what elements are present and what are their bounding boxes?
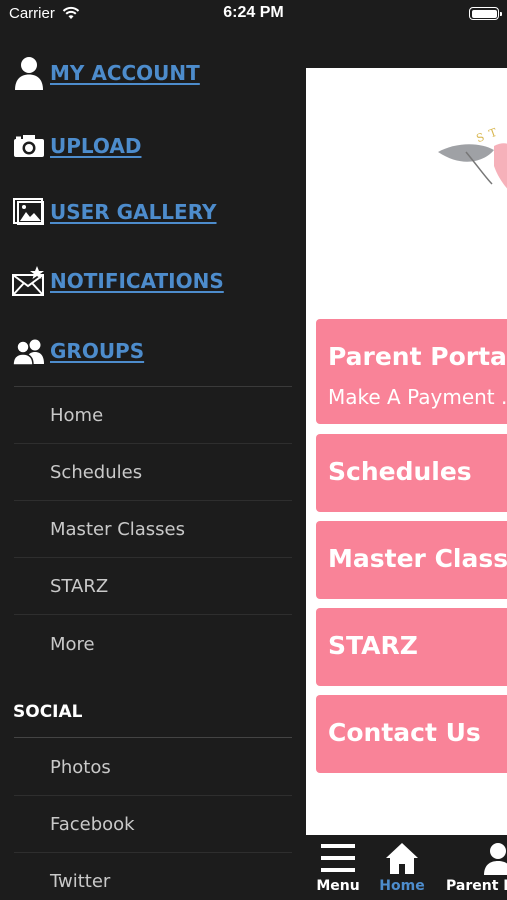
drawer-nav-label: Master Classes	[50, 518, 185, 540]
drawer-nav-starz[interactable]: STARZ	[14, 558, 292, 615]
tile-parent-portal[interactable]: Parent Portal Make A Payment ...	[316, 319, 507, 424]
drawer-item-my-account[interactable]: MY ACCOUNT	[12, 53, 200, 93]
tile-contact-us[interactable]: Contact Us	[316, 695, 507, 773]
tile-schedules[interactable]: Schedules	[316, 434, 507, 512]
drawer-nav-home[interactable]: Home	[14, 387, 292, 444]
user-icon	[484, 843, 507, 875]
tab-parent-portal[interactable]: Parent P	[446, 835, 507, 900]
drawer-nav-schedules[interactable]: Schedules	[14, 444, 292, 501]
tile-title: STARZ	[328, 631, 418, 660]
tab-home[interactable]: Home	[370, 835, 434, 900]
drawer-item-label: GROUPS	[50, 339, 145, 363]
tile-title: Contact Us	[328, 718, 481, 747]
drawer-social-photos[interactable]: Photos	[14, 739, 292, 796]
drawer-item-label: MY ACCOUNT	[50, 61, 200, 85]
tab-label: Parent P	[446, 878, 507, 894]
drawer-social-label: Twitter	[50, 871, 111, 892]
drawer-item-label: USER GALLERY	[50, 200, 217, 224]
drawer-item-upload[interactable]: UPLOAD	[12, 126, 141, 166]
drawer-item-label: UPLOAD	[50, 134, 142, 158]
user-icon	[12, 56, 46, 90]
clock: 6:24 PM	[223, 4, 284, 21]
drawer-item-notifications[interactable]: NOTIFICATIONS	[12, 261, 224, 301]
main-content: ST Parent Portal Make A Payment ... Sche…	[306, 0, 507, 900]
tile-title: Parent Portal	[328, 342, 507, 371]
tile-title: Schedules	[328, 457, 472, 486]
drawer-social-twitter[interactable]: Twitter	[14, 853, 292, 900]
drawer-nav-label: Schedules	[50, 461, 143, 483]
tab-menu[interactable]: Menu	[306, 835, 370, 900]
drawer-item-user-gallery[interactable]: USER GALLERY	[12, 192, 217, 232]
hamburger-icon	[321, 844, 355, 872]
drawer-nav-master-classes[interactable]: Master Classes	[14, 501, 292, 558]
drawer-divider	[14, 737, 292, 738]
side-drawer: MY ACCOUNT UPLOAD USER GALLERY NOTIFICAT…	[0, 0, 306, 900]
camera-icon	[12, 129, 46, 163]
watercolor-leaf-icon	[438, 143, 507, 189]
drawer-item-label: NOTIFICATIONS	[50, 269, 224, 293]
envelope-star-icon	[12, 264, 46, 298]
social-section-heading: SOCIAL	[13, 702, 83, 722]
tile-master-classes[interactable]: Master Classes	[316, 521, 507, 599]
tile-subtitle: Make A Payment ...	[328, 385, 507, 409]
gallery-icon	[12, 195, 46, 229]
hero-logo-area: ST	[306, 68, 507, 318]
drawer-social-label: Photos	[50, 756, 111, 778]
drawer-nav-label: More	[50, 634, 95, 655]
group-icon	[12, 334, 46, 368]
bottom-tab-bar: Menu Home Parent P	[306, 835, 507, 900]
drawer-nav-label: STARZ	[50, 575, 109, 597]
drawer-social-facebook[interactable]: Facebook	[14, 796, 292, 853]
battery-icon	[469, 7, 502, 20]
home-icon	[386, 843, 418, 874]
tile-title: Master Classes	[328, 544, 507, 573]
status-bar: Carrier 6:24 PM	[0, 0, 507, 28]
drawer-nav-more[interactable]: More	[14, 616, 292, 673]
tab-label: Menu	[316, 878, 360, 894]
drawer-nav-label: Home	[50, 404, 104, 426]
tab-label: Home	[379, 878, 425, 894]
drawer-social-label: Facebook	[50, 813, 135, 835]
tile-starz[interactable]: STARZ	[316, 608, 507, 686]
drawer-item-groups[interactable]: GROUPS	[12, 331, 144, 371]
